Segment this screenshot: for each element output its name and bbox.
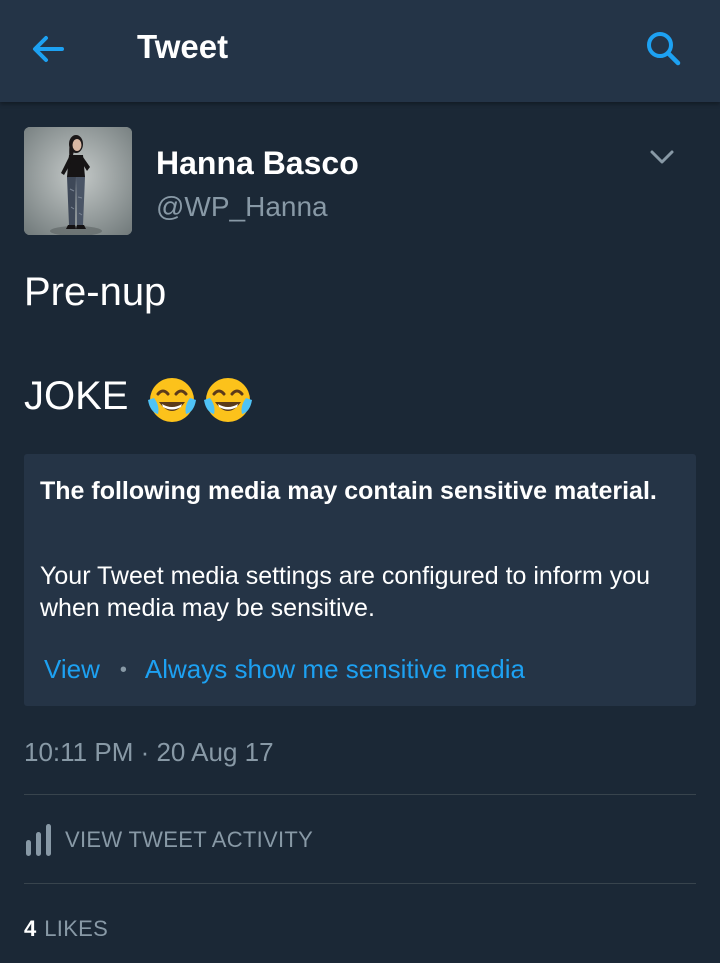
page-title: Tweet xyxy=(137,28,229,65)
always-show-sensitive-link[interactable]: Always show me sensitive media xyxy=(145,654,525,684)
search-icon xyxy=(647,32,681,66)
view-tweet-activity-label: VIEW TWEET ACTIVITY xyxy=(65,827,314,852)
tweet-timestamp: 10:11 PM · 20 Aug 17 xyxy=(24,737,274,767)
separator-dot: • xyxy=(119,659,127,681)
divider xyxy=(24,883,696,884)
view-tweet-activity-button[interactable]: VIEW TWEET ACTIVITY xyxy=(24,812,696,866)
tweet-detail-screen: Tweet Hanna Basco @WP_Hanna Pre-nup JOKE… xyxy=(0,0,720,963)
back-button[interactable] xyxy=(26,27,70,71)
divider xyxy=(24,794,696,795)
sensitive-notice-heading: The following media may contain sensitiv… xyxy=(40,477,657,505)
tears-of-joy-emoji-icon xyxy=(147,378,196,423)
emoji-group xyxy=(146,371,258,426)
display-name[interactable]: Hanna Basco xyxy=(156,143,359,183)
tweet-text-line-1: Pre-nup xyxy=(24,270,167,314)
tweet-text-joke: JOKE xyxy=(24,374,129,418)
likes-stat[interactable]: 4 LIKES xyxy=(24,914,108,946)
profile-photo xyxy=(24,127,132,235)
tweet-options-button[interactable] xyxy=(646,144,678,170)
sensitive-notice-actions: View • Always show me sensitive media xyxy=(44,652,525,686)
top-app-bar: Tweet xyxy=(0,0,720,102)
sensitive-notice-body: Your Tweet media settings are configured… xyxy=(40,562,651,622)
tears-of-joy-emoji-icon xyxy=(203,378,252,423)
bar-chart-icon xyxy=(26,824,51,856)
tweet-text-line-2: JOKE xyxy=(24,369,258,426)
likes-label: LIKES xyxy=(44,916,109,941)
avatar[interactable] xyxy=(24,127,132,235)
view-media-link[interactable]: View xyxy=(44,654,100,684)
search-button[interactable] xyxy=(640,25,688,73)
user-handle[interactable]: @WP_Hanna xyxy=(156,190,328,224)
sensitive-media-notice: The following media may contain sensitiv… xyxy=(24,454,696,706)
arrow-left-icon xyxy=(33,36,64,62)
likes-count: 4 xyxy=(24,916,37,941)
chevron-down-icon xyxy=(650,150,674,164)
